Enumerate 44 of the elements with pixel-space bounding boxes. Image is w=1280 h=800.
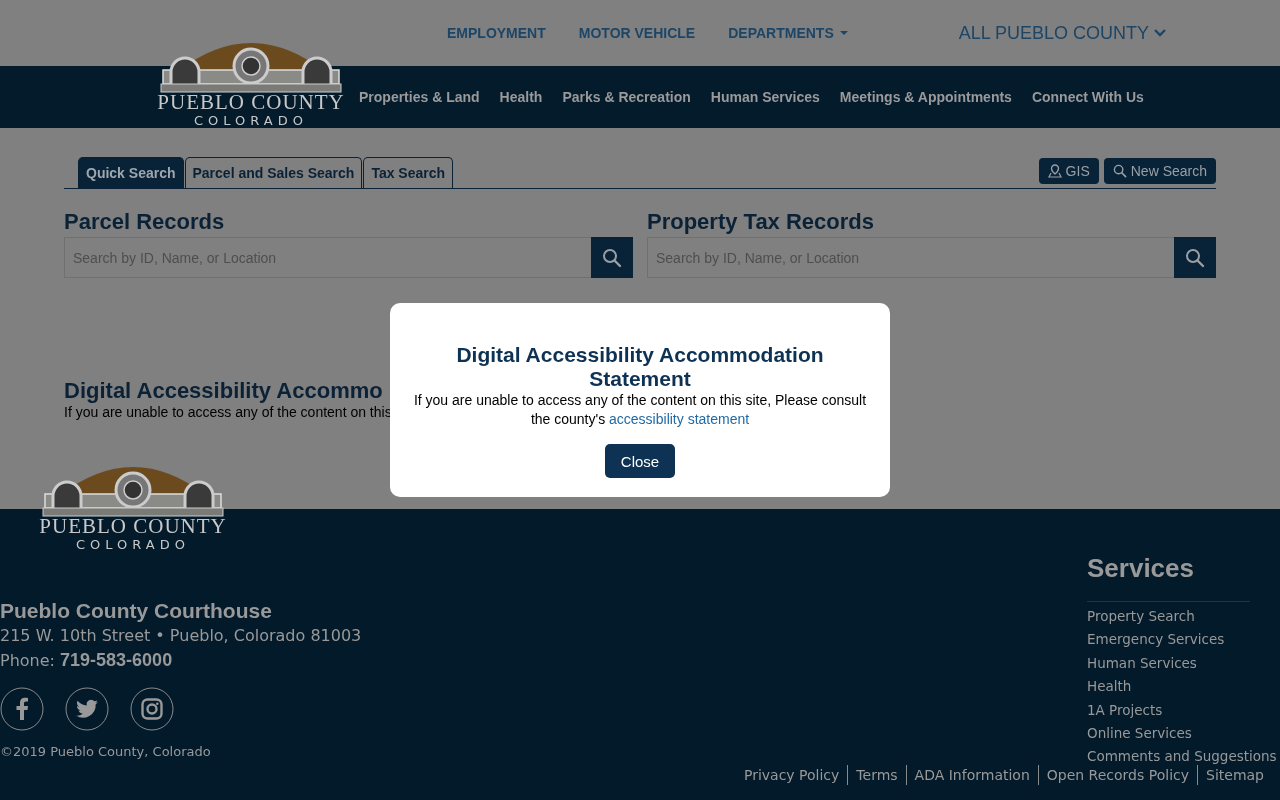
nav-link[interactable]: Human Services (710, 89, 820, 105)
nav-link[interactable]: Parks & Recreation (562, 89, 691, 105)
services-link[interactable]: Online Services (1087, 722, 1280, 746)
search-tab[interactable]: Parcel and Sales Search (184, 157, 363, 188)
map-pin-icon (1047, 164, 1062, 178)
facebook-icon[interactable] (0, 687, 44, 731)
nav-link[interactable]: Health (499, 89, 543, 105)
phone-number: Phone: 719-583-6000 (0, 649, 174, 672)
dialog-message: If you are unable to access any of the content on this site, Please consult the county's accessibility statement (412, 391, 868, 429)
street-address: 215 W. 10th Street • Pueblo, Colorado 81003 (0, 625, 362, 647)
search-tab[interactable]: Tax Search (363, 157, 454, 188)
logo-subtitle: COLORADO (76, 536, 190, 554)
copyright-text: ©2019 Pueblo County, Colorado (0, 744, 212, 759)
footer-link[interactable]: Open Records Policy (1037, 764, 1197, 785)
accessibility-link[interactable]: accessibility statement (609, 411, 750, 427)
services-link[interactable]: Human Services (1087, 651, 1280, 676)
section-heading: Property Tax Records (647, 209, 875, 235)
services-link[interactable]: Health (1087, 675, 1280, 699)
search-tab[interactable]: Quick Search (78, 157, 184, 188)
instagram-icon[interactable] (130, 687, 174, 731)
notice-heading: Digital Accessibility Accommo (64, 378, 384, 404)
nav-link[interactable]: Properties & Land (359, 89, 480, 105)
services-heading: Services (1087, 553, 1250, 602)
courthouse-name: Pueblo County Courthouse (0, 598, 273, 624)
services-link[interactable]: 1A Projects (1087, 698, 1280, 723)
gis-button[interactable]: GIS (1038, 158, 1099, 184)
logo-title: PUEBLO COUNTY (39, 516, 227, 536)
footer-link[interactable]: ADA Information (905, 764, 1038, 785)
section-heading: Parcel Records (64, 209, 226, 235)
logo-title: PUEBLO COUNTY (157, 92, 345, 112)
logo-subtitle: COLORADO (194, 112, 308, 130)
services-link[interactable]: Property Search (1087, 605, 1280, 629)
bird-icon[interactable] (65, 687, 109, 731)
search-icon (1112, 164, 1127, 178)
footer-link[interactable]: Sitemap (1197, 764, 1272, 785)
nav-link[interactable]: Connect With Us (1031, 89, 1144, 105)
chevron-down-icon (1153, 28, 1168, 38)
dialog-title: Digital Accessibility Accommodation Statement (455, 343, 825, 391)
services-link[interactable]: Emergency Services (1087, 628, 1280, 652)
nav-link[interactable]: Meetings & Appointments (839, 89, 1012, 105)
footer-link[interactable]: Terms (847, 764, 906, 785)
footer-link[interactable]: Privacy Policy (735, 764, 848, 785)
new-search-button[interactable]: New Search (1103, 158, 1216, 184)
close-button[interactable]: Close (604, 444, 676, 478)
